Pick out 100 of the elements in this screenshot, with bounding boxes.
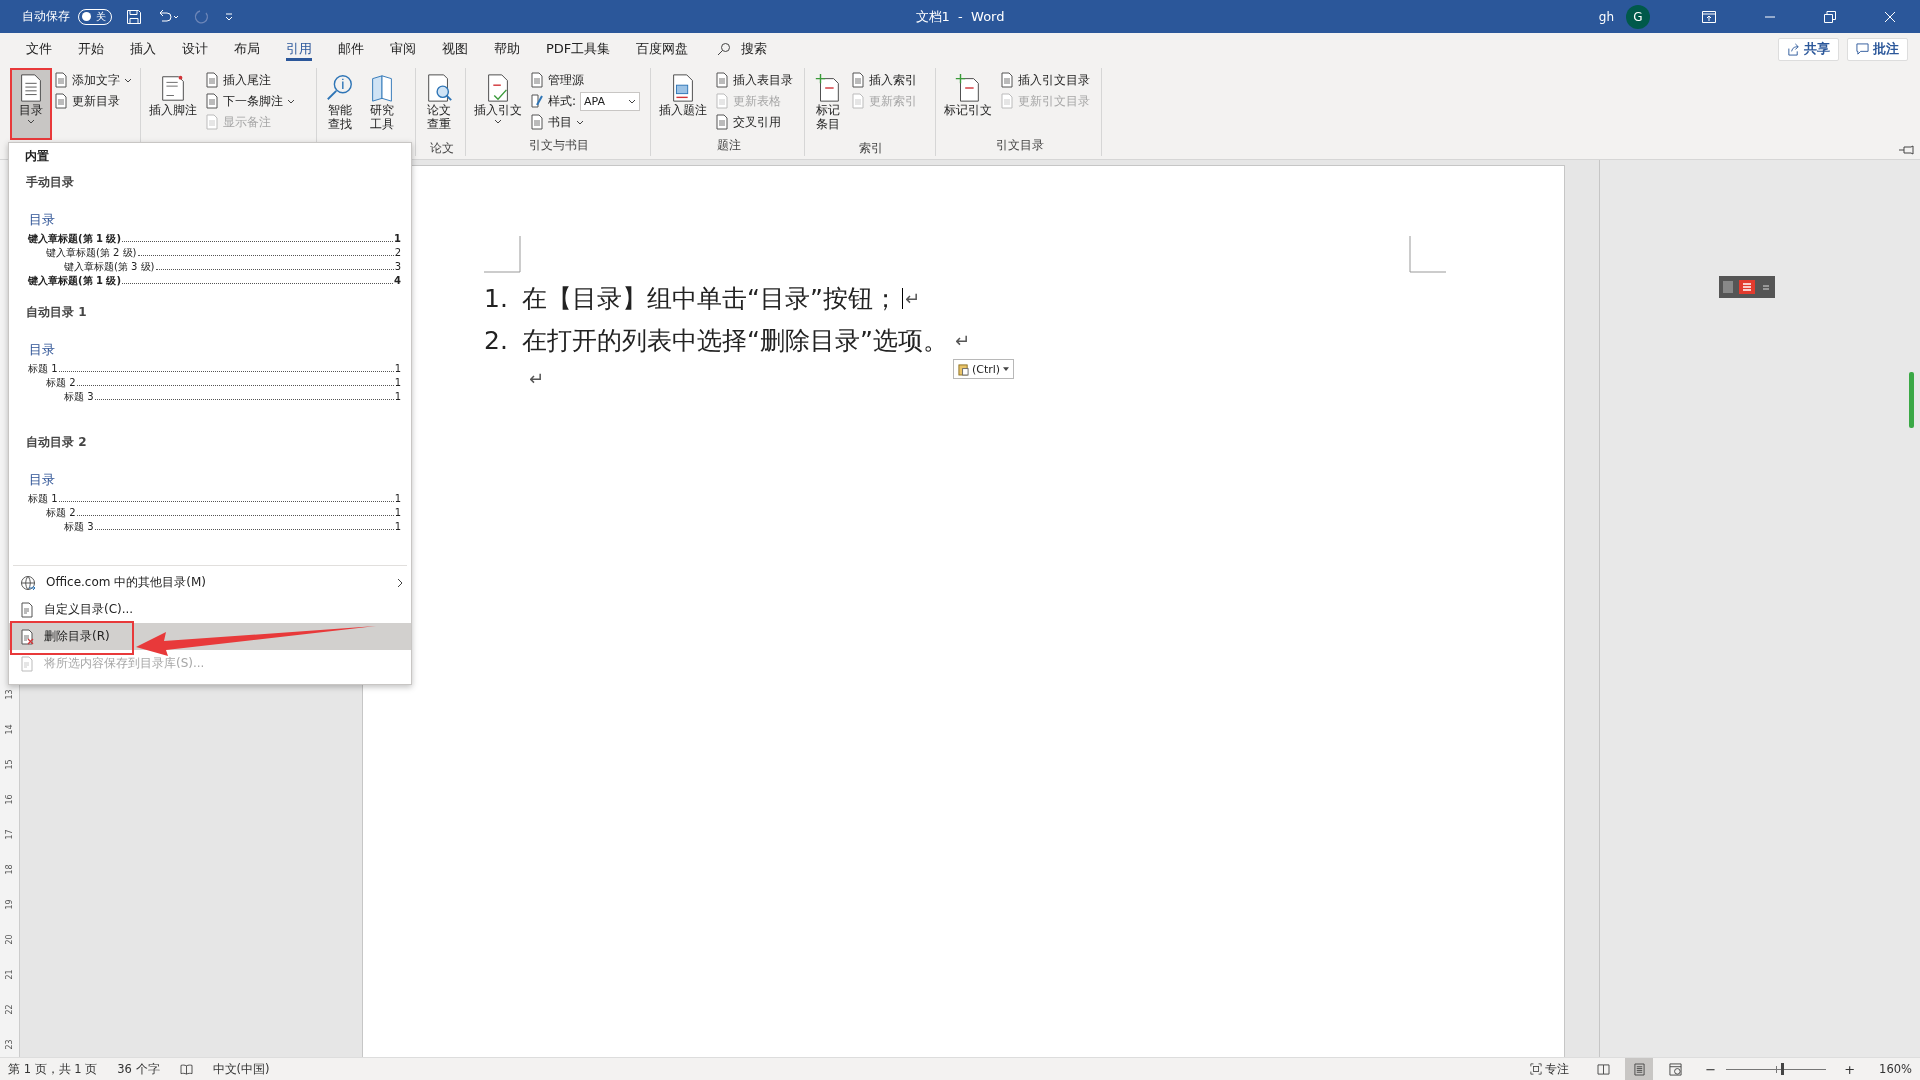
ruler-number: 22 — [5, 1004, 14, 1015]
ribbon-tab[interactable]: 帮助 — [481, 33, 533, 65]
paragraph-text: 在【目录】组中单击“目录”按钮； — [522, 282, 898, 315]
document-icon — [715, 93, 729, 109]
style-label: 样式: — [548, 92, 577, 110]
ruler-number: 19 — [5, 899, 14, 910]
page-count[interactable]: 第 1 页，共 1 页 — [8, 1061, 98, 1077]
ribbon-button[interactable]: 更新目录 — [54, 92, 132, 110]
toc-gallery-item[interactable]: 自动目录 1 目录 标题 1 1 标题 2 1 标题 3 1 — [9, 299, 411, 429]
group-label: 引文目录 — [995, 138, 1044, 152]
word-count[interactable]: 36 个字 — [117, 1061, 160, 1077]
ribbon-button[interactable]: 添加文字 — [54, 71, 132, 89]
ruler-number: 13 — [5, 689, 14, 700]
document-icon — [1000, 93, 1014, 109]
save-icon[interactable] — [126, 8, 142, 25]
ruler-number: 20 — [5, 934, 14, 945]
web-page-icon — [1668, 1062, 1682, 1076]
ribbon-tab[interactable]: 邮件 — [325, 33, 377, 65]
ribbon-tab[interactable]: 百度网盘 — [623, 33, 702, 65]
menu-item[interactable]: Office.com 中的其他目录(M) — [9, 569, 411, 596]
group-label: 引文与书目 — [529, 138, 589, 152]
caret-icon — [494, 119, 502, 124]
paste-options-button[interactable]: (Ctrl) — [953, 359, 1015, 379]
toc-gallery-item[interactable]: 自动目录 2 目录 标题 1 1 标题 2 1 标题 3 1 — [9, 429, 411, 559]
ribbon-button[interactable]: 研究 工具 — [363, 70, 401, 141]
ribbon-button[interactable]: 插入引文目录 — [1000, 71, 1090, 89]
margin-mark-icon — [484, 236, 521, 273]
language-indicator[interactable]: 中文(中国) — [212, 1061, 270, 1077]
caret-icon — [27, 119, 35, 124]
ribbon-display-icon[interactable] — [1702, 10, 1716, 23]
ribbon-button[interactable]: 插入引文 — [470, 70, 526, 138]
book-icon[interactable] — [179, 1063, 193, 1075]
ribbon-button[interactable]: 下一条脚注 — [205, 92, 295, 110]
share-button[interactable]: 共享 — [1778, 37, 1839, 61]
ribbon-button[interactable]: 插入索引 — [851, 71, 917, 89]
ribbon-tab[interactable]: 插入 — [117, 33, 169, 65]
search-field[interactable]: 搜索 — [717, 40, 768, 58]
ribbon-button[interactable]: 标记引文 — [940, 70, 996, 138]
zoom-slider[interactable] — [1726, 1062, 1827, 1076]
document-icon — [20, 628, 34, 645]
paragraph-mark: ↵ — [528, 367, 545, 389]
ribbon-button[interactable]: 智能 查找 — [321, 70, 359, 141]
ribbon-button[interactable]: 交叉引用 — [715, 113, 793, 131]
magnifier-icon — [325, 73, 355, 103]
ime-toolbar-icon[interactable] — [1719, 276, 1775, 298]
ribbon-tab[interactable]: 开始 — [65, 33, 117, 65]
list-number: 2. — [484, 325, 509, 355]
ribbon-button[interactable]: 插入题注 — [655, 70, 711, 138]
scrollbar-thumb[interactable] — [1909, 372, 1914, 428]
ruler-number: 17 — [5, 829, 14, 840]
caret-icon — [287, 98, 295, 104]
ruler-number: 16 — [5, 794, 14, 805]
focus-mode-button[interactable]: 专注 — [1530, 1061, 1570, 1077]
close-icon[interactable] — [1884, 10, 1896, 23]
ribbon-tab[interactable]: 视图 — [429, 33, 481, 65]
document-icon — [530, 114, 544, 130]
window-title: 文档1 - Word — [915, 7, 1005, 26]
caret-icon — [576, 119, 584, 125]
document-icon — [20, 601, 34, 618]
paragraph-mark: ↵ — [901, 287, 920, 309]
globe-icon — [20, 574, 36, 591]
style-dropdown[interactable]: APA — [580, 91, 641, 111]
margin-mark-icon — [1409, 236, 1446, 273]
ruler-number: 21 — [5, 969, 14, 980]
zoom-out-button[interactable]: − — [1705, 1061, 1717, 1077]
ribbon-button[interactable]: 插入表目录 — [715, 71, 793, 89]
restore-icon[interactable] — [1824, 10, 1836, 23]
ribbon-button[interactable]: 管理源 — [530, 71, 641, 89]
ribbon-tab[interactable]: 文件 — [13, 33, 65, 65]
document-icon — [20, 655, 34, 672]
ruler-number: 23 — [5, 1039, 14, 1050]
group-label: 索引 — [859, 141, 883, 155]
document-icon — [1000, 72, 1014, 88]
ribbon-tab[interactable]: 布局 — [221, 33, 273, 65]
ribbon-button[interactable]: 标记 条目 — [809, 70, 847, 141]
toc-gallery-item[interactable]: 手动目录 目录 键入章标题(第 1 级) 1 键入章标题(第 2 级) 2 键入章标题(第 3 级) 3 键入章标题(第 1 级) 4 — [9, 169, 411, 299]
ribbon-tab[interactable]: 引用 — [273, 33, 325, 65]
pin-icon[interactable] — [1898, 145, 1914, 155]
menu-item[interactable]: 自定义目录(C)... — [9, 596, 411, 623]
view-mode-button[interactable] — [1625, 1058, 1654, 1080]
ribbon-tab[interactable]: PDF工具集 — [533, 33, 624, 65]
document-icon — [205, 114, 219, 130]
ribbon-tab[interactable]: 设计 — [169, 33, 221, 65]
search-icon — [717, 42, 732, 56]
customize-toolbar-icon[interactable] — [224, 11, 234, 22]
ribbon-tab[interactable]: 审阅 — [377, 33, 429, 65]
ribbon-button[interactable]: 书目 — [530, 113, 641, 131]
ribbon-button[interactable]: 目录 — [12, 70, 50, 138]
caret-icon — [628, 98, 637, 104]
ribbon-button[interactable]: 插入尾注 — [205, 71, 295, 89]
group-label: 题注 — [716, 138, 741, 152]
document-icon — [715, 72, 729, 88]
ribbon-button[interactable]: 插入脚注 — [145, 70, 201, 138]
ruler-number: 18 — [5, 864, 14, 875]
ribbon-button[interactable]: 论文 查重 — [420, 70, 458, 141]
zoom-in-button[interactable]: + — [1844, 1061, 1856, 1077]
user-avatar[interactable]: G — [1626, 4, 1650, 29]
zoom-level[interactable]: 160% — [1879, 1062, 1912, 1076]
comments-button[interactable]: 批注 — [1847, 37, 1908, 61]
section-header: 内置 — [24, 148, 50, 165]
